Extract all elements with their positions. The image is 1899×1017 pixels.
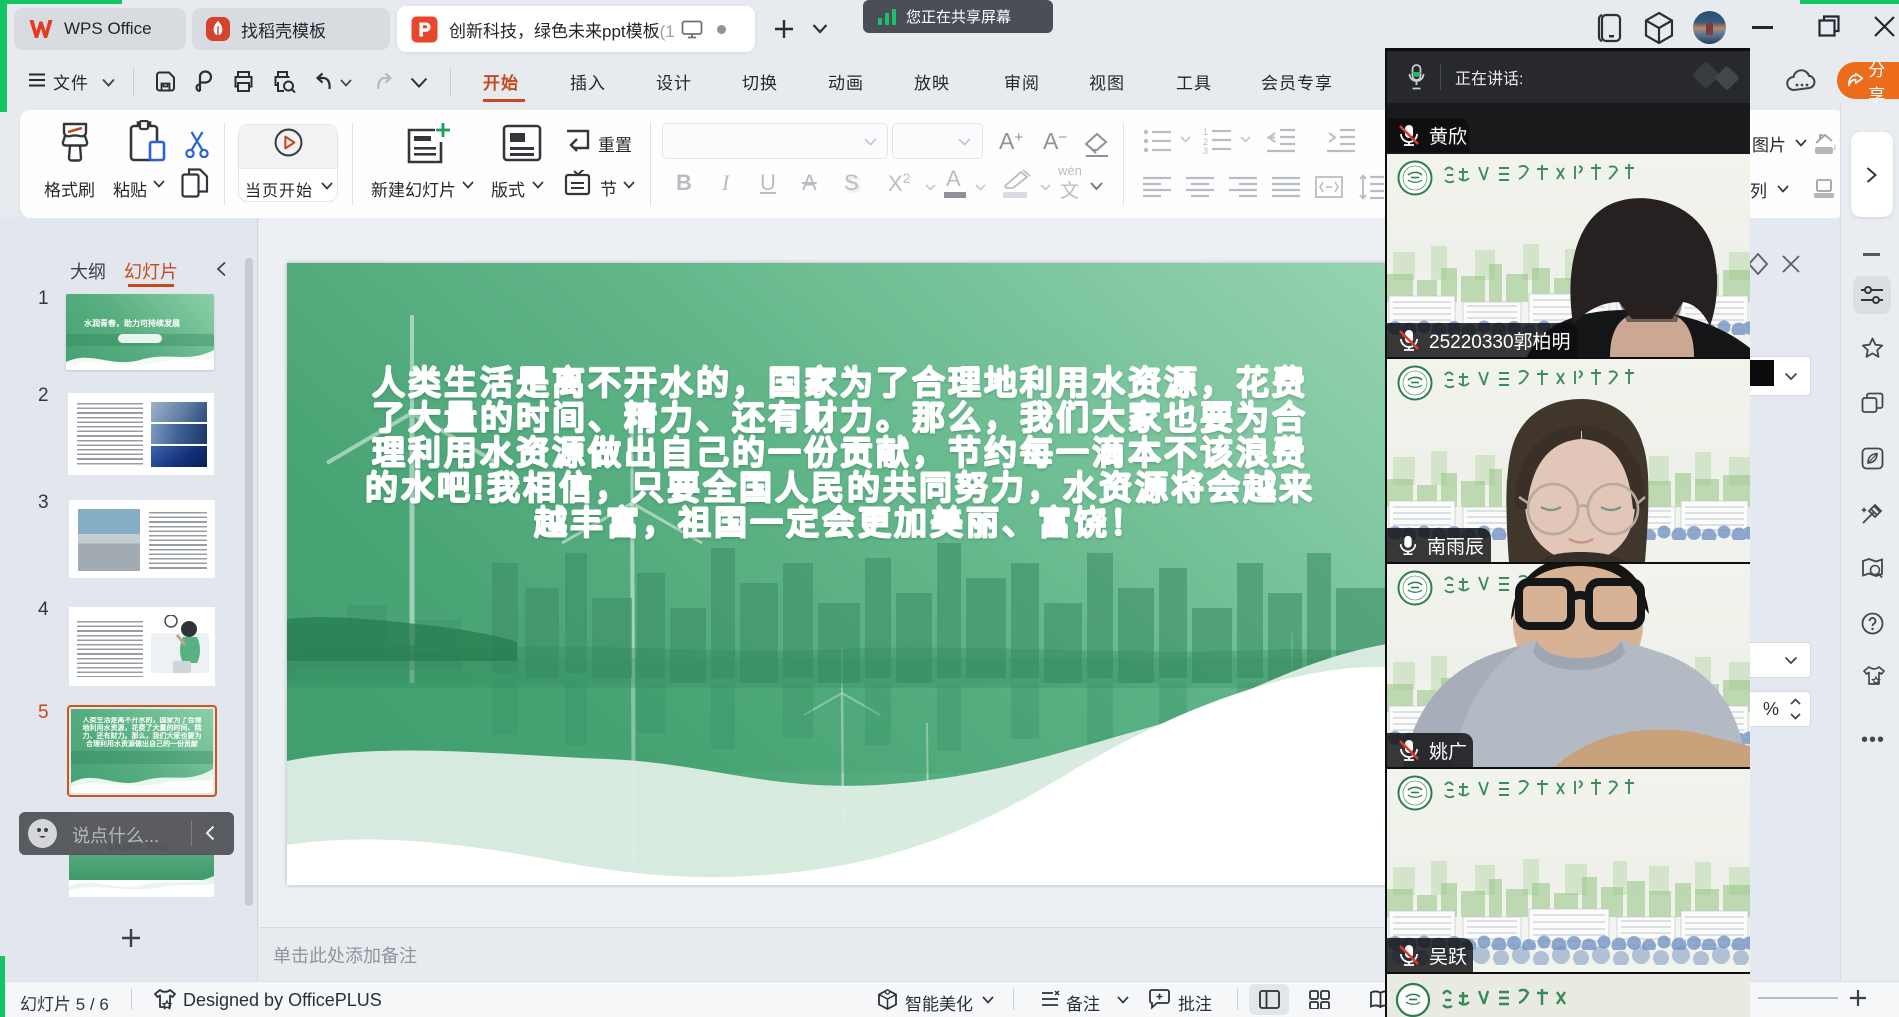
svg-text:1: 1	[1203, 127, 1208, 137]
svg-text:3: 3	[1203, 146, 1208, 154]
